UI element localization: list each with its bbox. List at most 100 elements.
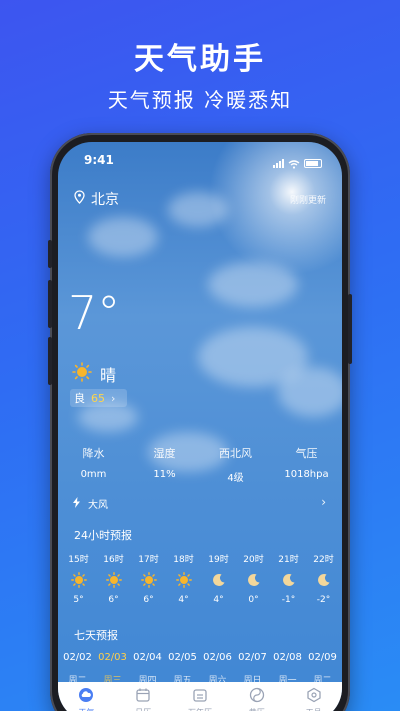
status-time: 9:41 xyxy=(84,153,114,167)
hour-time: 19时 xyxy=(208,555,229,565)
condition-text: 晴 xyxy=(100,366,117,385)
chevron-right-icon[interactable]: › xyxy=(321,495,326,509)
hour-time: 21时 xyxy=(278,555,299,565)
moon-icon xyxy=(282,571,296,589)
lightning-icon xyxy=(72,496,81,511)
aqi-label: 良 xyxy=(74,392,85,405)
weekly-title: 七天预报 xyxy=(74,629,118,642)
aqi-badge[interactable]: 良 65 › xyxy=(70,389,127,407)
location-pin-icon xyxy=(74,190,85,208)
weather-alert[interactable]: 大风 xyxy=(72,496,108,511)
city-name: 北京 xyxy=(91,192,119,208)
sun-icon xyxy=(105,571,122,589)
current-condition: 晴 xyxy=(72,362,116,386)
hour-temp: 6° xyxy=(143,595,154,605)
stat-value: 11% xyxy=(153,469,176,480)
hour-temp: 5° xyxy=(73,595,84,605)
tools-icon xyxy=(306,687,322,707)
stat-label: 西北风 xyxy=(219,447,252,460)
calendar-icon xyxy=(135,687,151,707)
weekly-dates: 02/02 02/03 02/04 02/05 02/06 02/07 02/08 02/09 xyxy=(60,652,342,663)
weekly-date[interactable]: 02/07 xyxy=(235,652,270,663)
signal-icon xyxy=(273,159,284,168)
hourly-item: 17时 6° xyxy=(131,552,166,605)
promo-subtitle: 天气预报 冷暖悉知 xyxy=(107,88,293,112)
promo-title: 天气助手 xyxy=(134,42,266,77)
hour-time: 18时 xyxy=(173,555,194,565)
tab-label: 工具 xyxy=(306,707,322,711)
hour-temp: 0° xyxy=(248,595,259,605)
hourly-item: 18时 4° xyxy=(166,552,201,605)
weather-stats: 降水 0mm 湿度 11% 西北风 4级 气压 1018hpa xyxy=(58,445,342,484)
hourly-title: 24小时预报 xyxy=(74,529,132,542)
hourly-item: 20时 0° xyxy=(236,552,271,605)
tab-almanac[interactable]: 万年历 xyxy=(172,682,229,711)
stat-precipitation: 降水 0mm xyxy=(58,445,129,484)
hourly-item: 19时 4° xyxy=(201,552,236,605)
phone-side-button xyxy=(48,280,52,328)
hour-time: 17时 xyxy=(138,555,159,565)
moon-icon xyxy=(212,571,226,589)
stat-value: 0mm xyxy=(80,469,107,480)
wifi-icon xyxy=(288,154,300,173)
hourly-forecast: 15时 5° 16时 6° 17时 6° 18时 4° 19时 4° 20时 0° 21时 -1° 22时 -… xyxy=(61,552,341,605)
sun-icon xyxy=(175,571,192,589)
tab-yinyang[interactable]: 黄历 xyxy=(228,682,285,711)
weekly-date[interactable]: 02/08 xyxy=(270,652,305,663)
stat-label: 降水 xyxy=(82,447,105,460)
hour-time: 16时 xyxy=(103,555,124,565)
stat-wind: 西北风 4级 xyxy=(200,445,271,484)
tab-label: 黄历 xyxy=(249,707,265,711)
tab-bar: 天气 日历 万年历 黄历 工具 xyxy=(58,682,342,711)
weekly-date[interactable]: 02/06 xyxy=(200,652,235,663)
alert-text: 大风 xyxy=(88,500,108,511)
moon-icon xyxy=(247,571,261,589)
moon-icon xyxy=(317,571,331,589)
weekly-date[interactable]: 02/02 xyxy=(60,652,95,663)
stat-label: 湿度 xyxy=(153,447,176,460)
hour-temp: -2° xyxy=(316,595,331,605)
stat-value: 1018hpa xyxy=(284,469,329,480)
stat-humidity: 湿度 11% xyxy=(129,445,200,484)
tab-label: 日历 xyxy=(135,707,151,711)
tab-label: 万年历 xyxy=(188,707,212,711)
almanac-icon xyxy=(192,687,208,707)
phone-side-button xyxy=(48,240,52,268)
status-icons xyxy=(273,154,322,173)
phone-side-button xyxy=(48,337,52,385)
hour-time: 15时 xyxy=(68,555,89,565)
tab-weather[interactable]: 天气 xyxy=(58,682,115,711)
stat-label: 气压 xyxy=(295,447,318,460)
current-temperature: 7° xyxy=(68,286,121,340)
tab-calendar[interactable]: 日历 xyxy=(115,682,172,711)
sun-icon xyxy=(140,571,157,589)
weekly-date[interactable]: 02/09 xyxy=(305,652,340,663)
weekly-date[interactable]: 02/05 xyxy=(165,652,200,663)
phone-screen: 9:41 北京 刚刚更新 7° 晴 良 65 › 降水 0mm 湿度 11% 西… xyxy=(58,142,342,711)
hourly-item: 21时 -1° xyxy=(271,552,306,605)
aqi-value: 65 xyxy=(91,391,105,405)
hourly-item: 15时 5° xyxy=(61,552,96,605)
update-status: 刚刚更新 xyxy=(289,196,326,206)
location[interactable]: 北京 xyxy=(74,189,119,209)
weekly-date[interactable]: 02/04 xyxy=(130,652,165,663)
hour-temp: 6° xyxy=(108,595,119,605)
hour-time: 20时 xyxy=(243,555,264,565)
hour-time: 22时 xyxy=(313,555,334,565)
phone-side-button xyxy=(348,294,352,364)
hour-temp: 4° xyxy=(178,595,189,605)
hourly-item: 16时 6° xyxy=(96,552,131,605)
tab-label: 天气 xyxy=(78,707,94,711)
stat-value: 4级 xyxy=(227,473,244,484)
sun-icon xyxy=(72,362,92,386)
sun-icon xyxy=(70,571,87,589)
hour-temp: 4° xyxy=(213,595,224,605)
hour-temp: -1° xyxy=(281,595,296,605)
battery-icon xyxy=(304,159,322,168)
yinyang-icon xyxy=(249,687,265,707)
stat-pressure: 气压 1018hpa xyxy=(271,445,342,484)
weekly-date[interactable]: 02/03 xyxy=(95,652,130,663)
chevron-right-icon: › xyxy=(111,391,116,405)
hourly-item: 22时 -2° xyxy=(306,552,341,605)
tab-tools[interactable]: 工具 xyxy=(285,682,342,711)
